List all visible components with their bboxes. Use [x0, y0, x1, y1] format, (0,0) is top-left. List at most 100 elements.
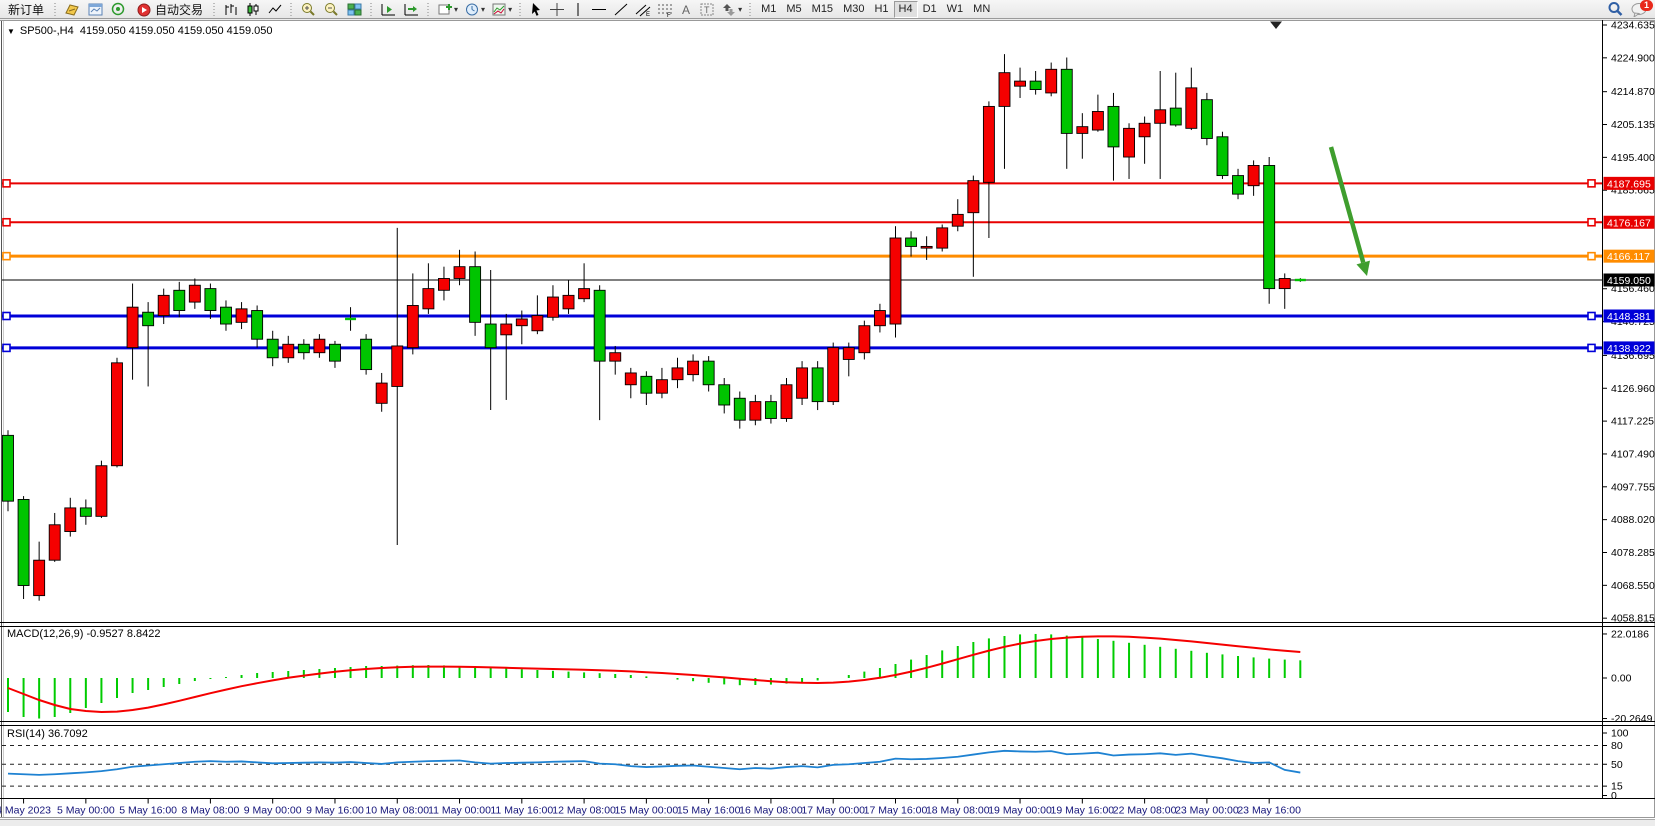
bars-chart-icon[interactable]: [220, 1, 242, 18]
svg-text:4224.900: 4224.900: [1611, 52, 1655, 64]
channel-icon[interactable]: E: [632, 1, 654, 18]
vline-icon[interactable]: [568, 1, 588, 18]
svg-text:4187.695: 4187.695: [1607, 178, 1651, 190]
svg-text:80: 80: [1611, 740, 1623, 752]
svg-text:4176.167: 4176.167: [1607, 217, 1651, 229]
indicators-icon[interactable]: ▾: [434, 1, 461, 18]
search-icon[interactable]: [1604, 1, 1627, 18]
auto-trading-label: 自动交易: [155, 1, 203, 18]
auto-trading-icon: [136, 2, 152, 17]
arrows-icon[interactable]: ▾: [718, 1, 745, 18]
toolbar-grip: [747, 2, 754, 17]
new-order-button[interactable]: 新订单: [2, 1, 50, 18]
svg-text:4166.117: 4166.117: [1607, 251, 1650, 263]
chart-window: ▼ SP500-,H4 4159.050 4159.050 4159.050 41…: [0, 20, 1655, 826]
timeframe-button-H1[interactable]: H1: [869, 1, 893, 18]
hline-icon[interactable]: [588, 1, 610, 18]
line-chart-icon[interactable]: [264, 1, 286, 18]
svg-text:T: T: [704, 5, 710, 15]
chart-canvas[interactable]: 4234.6354224.9004214.8704205.1354195.400…: [0, 20, 1655, 826]
svg-text:4058.815: 4058.815: [1611, 613, 1655, 625]
svg-text:5 May 16:00: 5 May 16:00: [119, 805, 177, 817]
macd-indicator-label: MACD(12,26,9) -0.9527 8.8422: [7, 628, 160, 640]
collapse-triangle-icon: ▼: [7, 27, 15, 36]
svg-text:8 May 08:00: 8 May 08:00: [182, 805, 240, 817]
svg-text:4068.550: 4068.550: [1611, 580, 1655, 592]
strategy-icon[interactable]: [107, 1, 130, 18]
svg-text:50: 50: [1611, 759, 1623, 771]
cursor-icon[interactable]: [526, 1, 546, 18]
svg-text:-20.2649: -20.2649: [1611, 713, 1653, 725]
auto-trading-button[interactable]: 自动交易: [130, 1, 209, 18]
svg-text:4138.922: 4138.922: [1607, 343, 1651, 355]
chart-shift-icon[interactable]: [400, 1, 423, 18]
zoom-in-icon[interactable]: [297, 1, 320, 18]
svg-text:4214.870: 4214.870: [1611, 86, 1655, 98]
label-icon[interactable]: T: [696, 1, 718, 18]
toolbar-grip: [368, 2, 375, 17]
timeframe-button-M1[interactable]: M1: [756, 1, 781, 18]
fibonacci-icon[interactable]: F: [654, 1, 676, 18]
toolbar-grip: [425, 2, 432, 17]
svg-text:22 May 08:00: 22 May 08:00: [1113, 805, 1177, 817]
candlestick-chart-icon[interactable]: [242, 1, 264, 18]
svg-text:9 May 16:00: 9 May 16:00: [306, 805, 364, 817]
svg-text:15 May 16:00: 15 May 16:00: [677, 805, 741, 817]
window-bottom-strip: [0, 819, 1655, 826]
svg-text:E: E: [646, 12, 650, 17]
svg-text:F: F: [667, 13, 671, 17]
timeframe-button-W1[interactable]: W1: [942, 1, 969, 18]
svg-text:0.00: 0.00: [1611, 673, 1632, 685]
new-chart-icon[interactable]: [61, 1, 84, 18]
svg-text:4107.490: 4107.490: [1611, 448, 1655, 460]
svg-text:100: 100: [1611, 728, 1629, 740]
timeframe-button-M15[interactable]: M15: [807, 1, 838, 18]
timeframe-button-M30[interactable]: M30: [838, 1, 869, 18]
auto-scroll-icon[interactable]: [377, 1, 400, 18]
svg-text:16 May 08:00: 16 May 08:00: [739, 805, 803, 817]
svg-text:18 May 08:00: 18 May 08:00: [926, 805, 990, 817]
svg-text:23 May 16:00: 23 May 16:00: [1237, 805, 1301, 817]
chart-title-text: SP500-,H4 4159.050 4159.050 4159.050 415…: [20, 25, 273, 37]
tile-windows-icon[interactable]: [343, 1, 366, 18]
chart-symbol-title[interactable]: ▼ SP500-,H4 4159.050 4159.050 4159.050 41…: [7, 25, 273, 37]
svg-text:4117.225: 4117.225: [1611, 416, 1654, 428]
notification-badge: 1: [1640, 0, 1653, 11]
svg-text:4148.381: 4148.381: [1607, 311, 1651, 323]
svg-text:22.0186: 22.0186: [1611, 628, 1649, 640]
svg-text:4234.635: 4234.635: [1611, 20, 1655, 31]
svg-text:23 May 00:00: 23 May 00:00: [1175, 805, 1239, 817]
toolbar-grip: [517, 2, 524, 17]
svg-text:11 May 16:00: 11 May 16:00: [490, 805, 553, 817]
profiles-icon[interactable]: [84, 1, 107, 18]
toolbar-grip: [52, 2, 59, 17]
svg-text:17 May 00:00: 17 May 00:00: [801, 805, 865, 817]
timeframe-button-D1[interactable]: D1: [918, 1, 942, 18]
main-toolbar: 新订单 自动交易: [0, 0, 1655, 19]
text-icon[interactable]: A: [676, 1, 696, 18]
toolbar-grip: [211, 2, 218, 17]
zoom-out-icon[interactable]: [320, 1, 343, 18]
svg-text:4088.020: 4088.020: [1611, 514, 1655, 526]
svg-text:4 May 2023: 4 May 2023: [0, 805, 51, 817]
svg-text:4159.050: 4159.050: [1607, 275, 1651, 287]
svg-text:4195.400: 4195.400: [1611, 152, 1655, 164]
svg-text:4097.755: 4097.755: [1611, 481, 1655, 493]
svg-text:10 May 08:00: 10 May 08:00: [365, 805, 429, 817]
trading-terminal: 新订单 自动交易: [0, 0, 1655, 826]
svg-text:12 May 08:00: 12 May 08:00: [552, 805, 616, 817]
timeframe-button-M5[interactable]: M5: [781, 1, 806, 18]
svg-text:9 May 00:00: 9 May 00:00: [244, 805, 302, 817]
svg-text:4078.285: 4078.285: [1611, 547, 1655, 559]
timeframe-group: M1M5M15M30H1H4D1W1MN: [756, 1, 995, 18]
timeframe-button-H4[interactable]: H4: [894, 1, 918, 18]
toolbar-grip: [288, 2, 295, 17]
svg-text:11 May 00:00: 11 May 00:00: [428, 805, 491, 817]
svg-text:4126.960: 4126.960: [1611, 383, 1655, 395]
periods-icon[interactable]: ▾: [461, 1, 488, 18]
templates-icon[interactable]: ▾: [488, 1, 515, 18]
crosshair-icon[interactable]: [546, 1, 568, 18]
trendline-icon[interactable]: [610, 1, 632, 18]
svg-text:19 May 16:00: 19 May 16:00: [1051, 805, 1115, 817]
timeframe-button-MN[interactable]: MN: [968, 1, 995, 18]
